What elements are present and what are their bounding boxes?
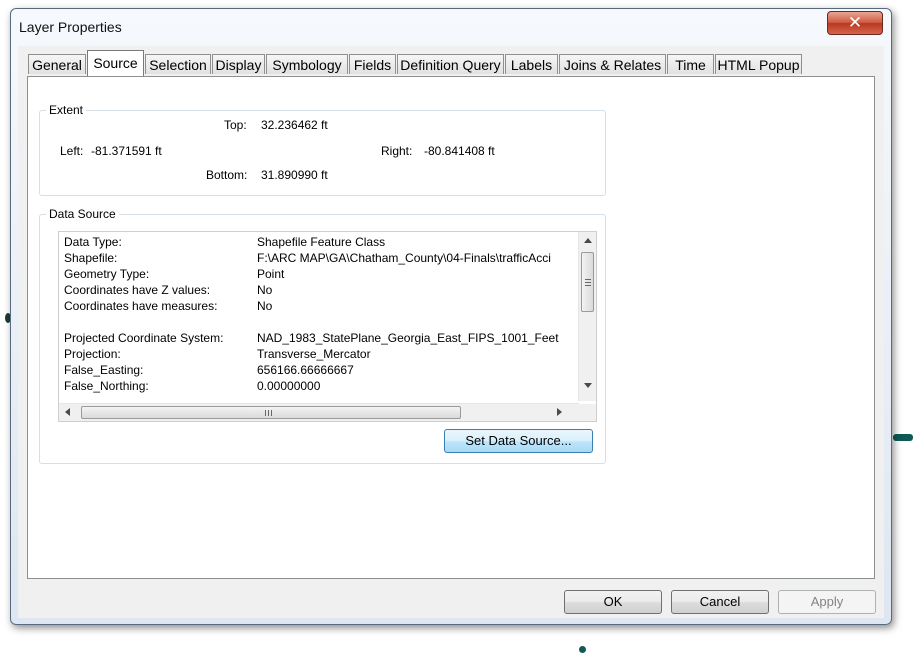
- background-speck: [579, 646, 586, 653]
- extent-left-label: Left:: [60, 144, 84, 158]
- tab-source[interactable]: Source: [87, 50, 144, 76]
- detail-key: False_Northing:: [64, 379, 149, 393]
- extent-group-label: Extent: [46, 103, 87, 117]
- tab-general[interactable]: General: [28, 54, 86, 74]
- detail-value: F:\ARC MAP\GA\Chatham_County\04-Finals\t…: [257, 251, 551, 265]
- detail-value: 656166.66666667: [257, 363, 354, 377]
- close-icon: ✕: [847, 13, 863, 32]
- detail-value: No: [257, 283, 273, 297]
- extent-top-value: 32.236462 ft: [261, 118, 328, 132]
- detail-value: 0.00000000: [257, 379, 321, 393]
- data-source-group: Data Source Data Type: Shapefile Feature …: [39, 207, 606, 464]
- detail-key: Data Type:: [64, 235, 122, 249]
- detail-key: Coordinates have measures:: [64, 299, 218, 313]
- detail-key: Projection:: [64, 347, 121, 361]
- detail-value: NAD_1983_StatePlane_Georgia_East_FIPS_10…: [257, 331, 559, 345]
- grip-icon: [271, 410, 272, 416]
- detail-key: Shapefile:: [64, 251, 118, 265]
- horizontal-scrollbar[interactable]: [59, 403, 579, 421]
- extent-group: Extent Top: 32.236462 ft Left: -81.37159…: [39, 103, 606, 196]
- extent-right-label: Right:: [381, 144, 413, 158]
- apply-button[interactable]: Apply: [778, 590, 876, 614]
- grip-icon: [265, 410, 266, 416]
- layer-properties-dialog: Layer Properties ✕ General Source Select…: [10, 8, 892, 625]
- set-data-source-button[interactable]: Set Data Source...: [444, 429, 593, 453]
- close-button[interactable]: ✕: [827, 11, 883, 35]
- horizontal-scroll-thumb[interactable]: [81, 406, 461, 419]
- extent-bottom-label: Bottom:: [206, 168, 248, 182]
- tab-definition-query[interactable]: Definition Query: [397, 54, 504, 74]
- detail-key: Geometry Type:: [64, 267, 150, 281]
- grip-icon: [585, 285, 591, 286]
- background-speck: [893, 434, 913, 441]
- cancel-button[interactable]: Cancel: [671, 590, 769, 614]
- vertical-scrollbar[interactable]: [578, 232, 596, 401]
- grip-icon: [585, 279, 591, 280]
- extent-right-value: -80.841408 ft: [424, 144, 495, 158]
- extent-top-label: Top:: [224, 118, 247, 132]
- tab-selection[interactable]: Selection: [145, 54, 211, 74]
- extent-bottom-value: 31.890990 ft: [261, 168, 328, 182]
- detail-key: Coordinates have Z values:: [64, 283, 211, 297]
- dialog-title: Layer Properties: [19, 19, 122, 35]
- extent-left-value: -81.371591 ft: [91, 144, 162, 158]
- tab-fields[interactable]: Fields: [349, 54, 396, 74]
- data-source-details-box[interactable]: Data Type: Shapefile Feature Class Shapef…: [58, 231, 597, 422]
- data-source-group-label: Data Source: [46, 207, 119, 221]
- title-bar[interactable]: Layer Properties ✕: [11, 9, 891, 39]
- source-tab-panel: Extent Top: 32.236462 ft Left: -81.37159…: [27, 76, 875, 579]
- scrollbar-corner: [579, 404, 596, 421]
- detail-key: False_Easting:: [64, 363, 144, 377]
- detail-value: No: [257, 299, 273, 313]
- scroll-down-arrow-icon[interactable]: [584, 383, 592, 388]
- detail-key: Projected Coordinate System:: [64, 331, 224, 345]
- grip-icon: [268, 410, 269, 416]
- detail-value: Transverse_Mercator: [257, 347, 371, 361]
- scroll-up-arrow-icon[interactable]: [584, 238, 592, 243]
- detail-value: Shapefile Feature Class: [257, 235, 386, 249]
- tab-labels[interactable]: Labels: [505, 54, 558, 74]
- scroll-right-arrow-icon[interactable]: [557, 408, 562, 416]
- vertical-scroll-thumb[interactable]: [581, 252, 594, 312]
- grip-icon: [585, 282, 591, 283]
- dialog-client-area: General Source Selection Display Symbolo…: [18, 46, 884, 618]
- tab-joins-relates[interactable]: Joins & Relates: [559, 54, 666, 74]
- tab-display[interactable]: Display: [212, 54, 265, 74]
- ok-button[interactable]: OK: [564, 590, 662, 614]
- tab-html-popup[interactable]: HTML Popup: [715, 54, 802, 74]
- tab-symbology[interactable]: Symbology: [266, 54, 348, 74]
- detail-value: Point: [257, 267, 285, 281]
- tab-time[interactable]: Time: [667, 54, 714, 74]
- scroll-left-arrow-icon[interactable]: [65, 408, 70, 416]
